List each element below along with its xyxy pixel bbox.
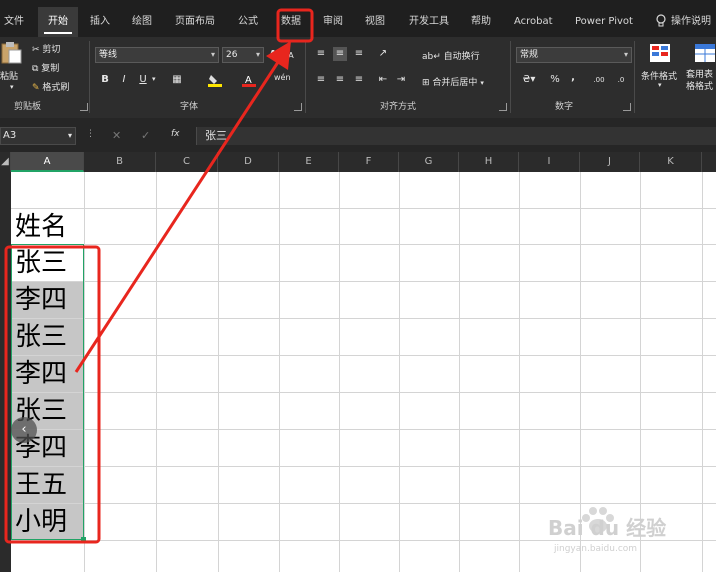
annotation-arrow-line xyxy=(74,55,284,373)
watermark: Bai du 经验 jingyan.baidu.com xyxy=(548,506,716,566)
highlight-box-selection xyxy=(4,245,101,544)
annotation-arrow-head xyxy=(266,41,291,70)
annotation-overlay xyxy=(4,8,314,544)
watermark-url: jingyan.baidu.com xyxy=(554,544,638,554)
highlight-box-data-tab xyxy=(276,8,314,43)
watermark-brand: Bai du 经验 xyxy=(548,516,667,540)
